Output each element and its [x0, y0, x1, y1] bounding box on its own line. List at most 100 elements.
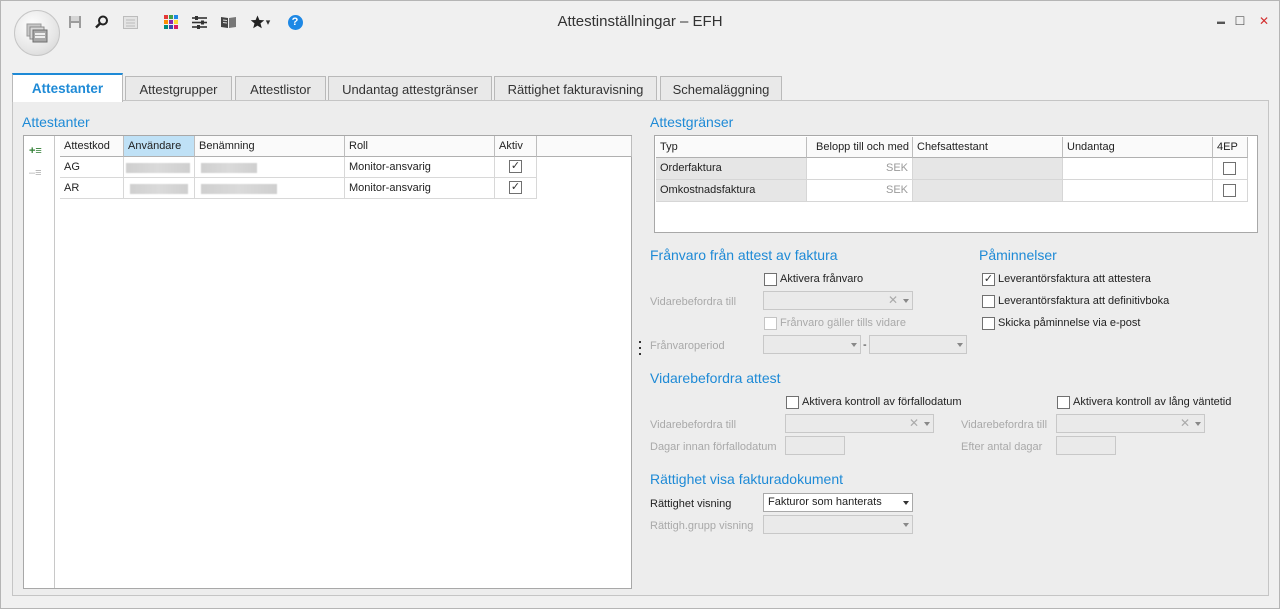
redacted-name — [201, 184, 277, 194]
column-header-anvandare[interactable]: Användare — [124, 136, 195, 157]
column-header-filler — [537, 136, 632, 157]
column-header-undantag[interactable]: Undantag — [1063, 137, 1213, 158]
redacted-user — [130, 184, 188, 194]
remove-row-icon[interactable]: –≡ — [29, 167, 42, 179]
add-row-icon[interactable]: +≡ — [29, 145, 42, 157]
cell-benamning[interactable] — [195, 157, 345, 178]
cell-typ[interactable]: Orderfaktura — [656, 158, 807, 180]
cell-attestkod[interactable]: AR — [60, 178, 124, 199]
minimize-button[interactable]: ▬ — [1213, 13, 1229, 29]
dropdown-arrow-icon — [903, 299, 909, 303]
attestgranser-title: Attestgränser — [650, 114, 734, 130]
cell-belopp[interactable]: SEK — [807, 158, 913, 180]
column-header-belopp[interactable]: Belopp till och med — [807, 137, 913, 158]
attestanter-title: Attestanter — [22, 114, 90, 130]
activate-absence-label: Aktivera frånvaro — [780, 273, 864, 285]
column-header-attestkod[interactable]: Attestkod — [60, 136, 124, 157]
cell-aktiv[interactable]: ✓ — [495, 157, 537, 178]
4ep-checkbox[interactable] — [1223, 162, 1236, 175]
view-right-value: Fakturor som hanterats — [768, 496, 882, 508]
reminder-attest-label: Leverantörsfaktura att attestera — [998, 273, 1151, 285]
tab-attestlistor[interactable]: Attestlistor — [235, 76, 326, 101]
reminder-email-checkbox[interactable] — [982, 317, 995, 330]
title-bar: ▾ ? Attestinställningar – EFH ▬ ☐ ✕ — [1, 1, 1279, 61]
close-button[interactable]: ✕ — [1256, 13, 1272, 29]
forward-right-select[interactable]: ✕ — [1056, 414, 1205, 433]
cell-chefsattestant[interactable] — [913, 180, 1063, 202]
reminder-attest-checkbox[interactable]: ✓ — [982, 273, 995, 286]
cell-attestkod[interactable]: AG — [60, 157, 124, 178]
view-right-select[interactable]: Fakturor som hanterats — [763, 493, 913, 512]
dropdown-arrow-icon — [903, 523, 909, 527]
long-wait-check-checkbox[interactable] — [1057, 396, 1070, 409]
absence-forward-select[interactable]: ✕ — [763, 291, 913, 310]
grid-toolbar: +≡ –≡ — [24, 136, 55, 588]
group-view-select[interactable] — [763, 515, 913, 534]
dropdown-arrow-icon — [957, 343, 963, 347]
tab-schemalaggning[interactable]: Schemaläggning — [660, 76, 782, 101]
cell-4ep[interactable] — [1213, 180, 1248, 202]
due-date-check-checkbox[interactable] — [786, 396, 799, 409]
cell-typ[interactable]: Omkostnadsfaktura — [656, 180, 807, 202]
cell-4ep[interactable] — [1213, 158, 1248, 180]
dropdown-arrow-icon — [924, 422, 930, 426]
redacted-name — [201, 163, 257, 173]
tab-undantag-attestgranser[interactable]: Undantag attestgränser — [328, 76, 492, 101]
window-title: Attestinställningar – EFH — [557, 13, 723, 30]
group-view-label: Rättigh.grupp visning — [650, 520, 754, 532]
cell-aktiv[interactable]: ✓ — [495, 178, 537, 199]
cell-roll[interactable]: Monitor-ansvarig — [345, 157, 495, 178]
dropdown-arrow-icon — [1195, 422, 1201, 426]
absence-period-label: Frånvaroperiod — [650, 340, 725, 352]
maximize-button[interactable]: ☐ — [1232, 13, 1248, 29]
days-before-due-label: Dagar innan förfallodatum — [650, 441, 777, 453]
aktiv-checkbox[interactable]: ✓ — [509, 181, 522, 194]
cell-anvandare[interactable] — [124, 157, 195, 178]
cell-benamning[interactable] — [195, 178, 345, 199]
aktiv-checkbox[interactable]: ✓ — [509, 160, 522, 173]
column-header-roll[interactable]: Roll — [345, 136, 495, 157]
attestgranser-grid-panel: Typ Belopp till och med Chefsattestant U… — [654, 135, 1258, 233]
dropdown-arrow-icon — [903, 501, 909, 505]
cell-roll[interactable]: Monitor-ansvarig — [345, 178, 495, 199]
absence-forward-label: Vidarebefordra till — [650, 296, 737, 308]
absence-period-from[interactable] — [763, 335, 861, 354]
redacted-user — [126, 163, 190, 173]
absence-period-to[interactable] — [869, 335, 967, 354]
tab-rattighet-fakturavisning[interactable]: Rättighet fakturavisning — [494, 76, 657, 101]
column-header-4ep[interactable]: 4EP — [1213, 137, 1248, 158]
cell-anvandare[interactable] — [124, 178, 195, 199]
panel-splitter-handle[interactable] — [638, 341, 642, 355]
tab-attestgrupper[interactable]: Attestgrupper — [125, 76, 232, 101]
days-before-due-input[interactable] — [785, 436, 845, 455]
after-days-input[interactable] — [1056, 436, 1116, 455]
period-separator: - — [863, 339, 867, 351]
activate-absence-checkbox[interactable] — [764, 273, 777, 286]
column-header-chefsattestant[interactable]: Chefsattestant — [913, 137, 1063, 158]
column-header-typ[interactable]: Typ — [656, 137, 807, 158]
forward-left-select[interactable]: ✕ — [785, 414, 934, 433]
rattighet-title: Rättighet visa fakturadokument — [650, 471, 843, 487]
cell-undantag[interactable] — [1063, 158, 1213, 180]
forward-left-label: Vidarebefordra till — [650, 419, 737, 431]
absence-valid-checkbox[interactable] — [764, 317, 777, 330]
clear-icon[interactable]: ✕ — [1180, 416, 1190, 430]
clear-icon[interactable]: ✕ — [888, 293, 898, 307]
vidarebefordra-title: Vidarebefordra attest — [650, 370, 781, 386]
reminder-definitivboka-label: Leverantörsfaktura att definitivboka — [998, 295, 1170, 307]
cell-chefsattestant[interactable] — [913, 158, 1063, 180]
paminnelser-title: Påminnelser — [979, 247, 1057, 263]
reminder-definitivboka-checkbox[interactable] — [982, 295, 995, 308]
view-right-label: Rättighet visning — [650, 498, 732, 510]
cell-belopp[interactable]: SEK — [807, 180, 913, 202]
clear-icon[interactable]: ✕ — [909, 416, 919, 430]
dropdown-arrow-icon — [851, 343, 857, 347]
column-header-benamning[interactable]: Benämning — [195, 136, 345, 157]
tab-content: Attestanter +≡ –≡ Attestkod Användare Be… — [12, 100, 1269, 596]
tab-attestanter[interactable]: Attestanter — [12, 73, 123, 102]
due-date-check-label: Aktivera kontroll av förfallodatum — [802, 396, 962, 408]
4ep-checkbox[interactable] — [1223, 184, 1236, 197]
franvaro-title: Frånvaro från attest av faktura — [650, 247, 838, 263]
column-header-aktiv[interactable]: Aktiv — [495, 136, 537, 157]
cell-undantag[interactable] — [1063, 180, 1213, 202]
